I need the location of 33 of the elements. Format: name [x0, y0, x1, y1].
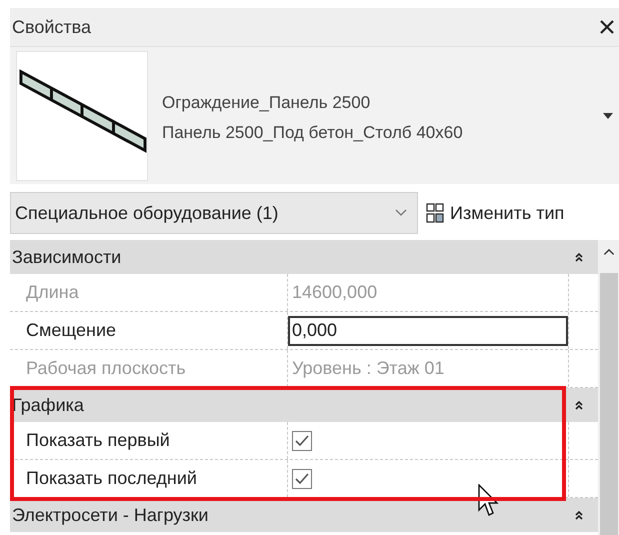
checkbox[interactable] [292, 430, 312, 450]
type-name: Панель 2500_Под бетон_Столб 40х60 [162, 122, 464, 144]
group-title: Зависимости [11, 246, 122, 268]
close-icon[interactable] [599, 19, 615, 35]
property-label: Рабочая плоскость [26, 357, 186, 380]
group-header[interactable]: Электросети - Нагрузки [10, 498, 598, 532]
property-input[interactable]: 0,000 [288, 316, 568, 346]
collapse-icon[interactable] [574, 510, 584, 520]
group-title: Графика [11, 394, 85, 417]
collapse-icon[interactable] [574, 400, 584, 410]
edit-type-button[interactable]: Изменить тип [426, 200, 564, 226]
group-title: Электросети - Нагрузки [11, 504, 210, 527]
property-label: Показать первый [26, 429, 170, 452]
property-value: Уровень : Этаж 01 [291, 357, 444, 380]
chevron-down-icon [395, 209, 407, 217]
filter-dropdown[interactable]: Специальное оборудование (1) [10, 192, 418, 234]
type-selector[interactable]: Ограждение_Панель 2500 Панель 2500_Под бетон_Столб 40х60 [10, 46, 619, 184]
property-label: Смещение [26, 319, 116, 342]
edit-type-icon [426, 203, 444, 223]
property-value: 14600,000 [291, 281, 378, 304]
window-title: Свойства [11, 16, 92, 38]
scroll-up-icon[interactable] [602, 248, 614, 256]
family-name: Ограждение_Панель 2500 [162, 92, 372, 114]
filter-value: Специальное оборудование (1) [15, 202, 280, 225]
checkbox[interactable] [292, 468, 312, 488]
group-header[interactable]: Зависимости [10, 240, 598, 274]
collapse-icon[interactable] [574, 252, 584, 262]
check-icon [295, 472, 309, 484]
property-label: Показать последний [26, 467, 197, 490]
check-icon [295, 434, 309, 446]
property-label: Длина [26, 281, 79, 304]
scrollbar[interactable] [598, 240, 619, 535]
dropdown-icon[interactable] [603, 112, 613, 118]
